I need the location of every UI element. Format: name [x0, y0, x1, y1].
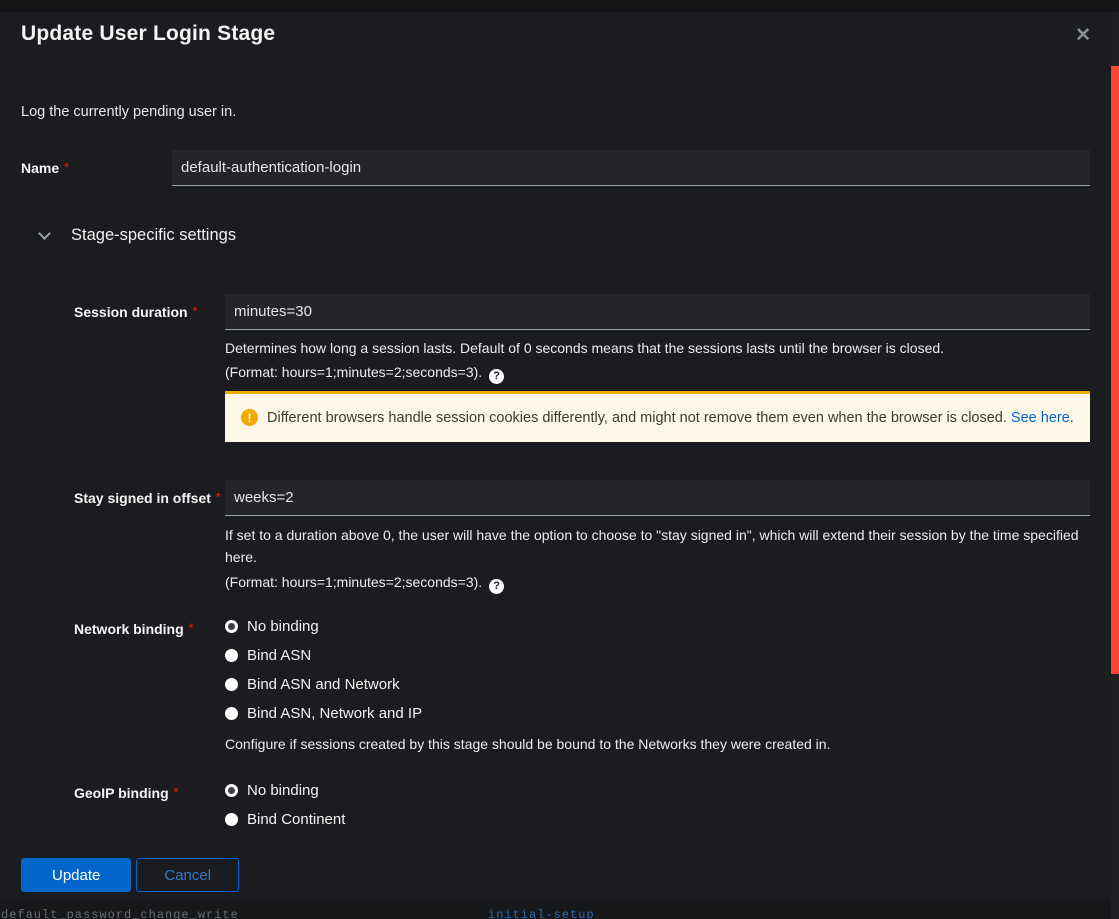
radio-bind-asn[interactable]: Bind ASN	[225, 647, 1090, 664]
stage-settings-expander[interactable]: Stage-specific settings	[38, 226, 237, 245]
network-binding-control: No binding Bind ASN Bind ASN and Network…	[225, 618, 1090, 756]
radio-icon[interactable]	[225, 678, 238, 691]
background-clipped-link: initial-setup	[488, 908, 595, 919]
required-asterisk: *	[188, 621, 194, 635]
radio-icon[interactable]	[225, 813, 238, 826]
stay-signed-in-format-help: (Format: hours=1;minutes=2;seconds=3). ?	[225, 570, 1090, 594]
session-duration-field[interactable]	[225, 294, 1090, 330]
session-duration-control: Determines how long a session lasts. Def…	[225, 294, 1090, 442]
stay-signed-in-form-group: Stay signed in offset* If set to a durat…	[74, 480, 1090, 594]
help-tooltip-icon[interactable]: ?	[489, 368, 505, 384]
radio-icon[interactable]	[225, 649, 238, 662]
stay-signed-in-label: Stay signed in offset *	[74, 490, 221, 506]
see-here-link[interactable]: See here.	[1011, 410, 1074, 426]
geoip-binding-form-group: GeoIP binding * No binding Bind Continent	[74, 782, 1090, 840]
background-clipped-text: default_password_change_write	[1, 908, 239, 919]
geoip-binding-control: No binding Bind Continent	[225, 782, 1090, 840]
expander-label: Stage-specific settings	[71, 226, 237, 244]
background-page-strip: default_password_change_write initial-se…	[0, 900, 1111, 919]
modal-footer: Update Cancel	[21, 858, 240, 892]
network-binding-label: Network binding *	[74, 621, 194, 637]
cancel-button[interactable]: Cancel	[136, 858, 240, 892]
stay-signed-in-offset-field[interactable]	[225, 480, 1090, 516]
required-asterisk: *	[64, 160, 69, 174]
warning-alert: ! Different browsers handle session cook…	[225, 391, 1090, 442]
session-duration-help: Determines how long a session lasts. Def…	[225, 340, 945, 356]
name-label: Name *	[21, 160, 69, 176]
warning-icon: !	[241, 409, 258, 426]
network-binding-help: Configure if sessions created by this st…	[225, 736, 831, 752]
radio-geoip-no-binding[interactable]: No binding	[225, 782, 1090, 799]
page-top-edge	[0, 0, 1119, 12]
scrollbar-thumb[interactable]	[1111, 66, 1119, 674]
update-button[interactable]: Update	[21, 858, 132, 892]
required-asterisk: *	[173, 785, 179, 799]
stay-signed-in-help: If set to a duration above 0, the user w…	[225, 527, 1079, 565]
modal-title: Update User Login Stage	[21, 22, 276, 45]
radio-no-binding[interactable]: No binding	[225, 618, 1090, 635]
stage-description: Log the currently pending user in.	[21, 104, 237, 120]
radio-bind-asn-network[interactable]: Bind ASN and Network	[225, 676, 1090, 693]
warning-alert-text: Different browsers handle session cookie…	[267, 410, 1074, 426]
name-form-group: Name *	[21, 150, 1090, 186]
radio-selected-icon[interactable]	[225, 784, 238, 797]
required-asterisk: *	[192, 304, 198, 318]
session-duration-label: Session duration *	[74, 304, 198, 320]
help-tooltip-icon[interactable]: ?	[489, 578, 505, 594]
stay-signed-in-control: If set to a duration above 0, the user w…	[225, 480, 1090, 594]
session-duration-form-group: Session duration* Determines how long a …	[74, 294, 1090, 442]
name-field[interactable]	[172, 150, 1090, 186]
chevron-down-icon	[38, 227, 51, 240]
required-asterisk: *	[215, 490, 221, 504]
network-binding-form-group: Network binding * No binding Bind ASN Bin…	[74, 618, 1090, 756]
radio-icon[interactable]	[225, 707, 238, 720]
radio-bind-asn-network-ip[interactable]: Bind ASN, Network and IP	[225, 705, 1090, 722]
session-duration-format-help: (Format: hours=1;minutes=2;seconds=3). ?	[225, 360, 1090, 384]
radio-selected-icon[interactable]	[225, 620, 238, 633]
geoip-binding-label: GeoIP binding *	[74, 785, 179, 801]
close-icon[interactable]: ✕	[1075, 26, 1091, 45]
radio-bind-continent[interactable]: Bind Continent	[225, 811, 1090, 828]
